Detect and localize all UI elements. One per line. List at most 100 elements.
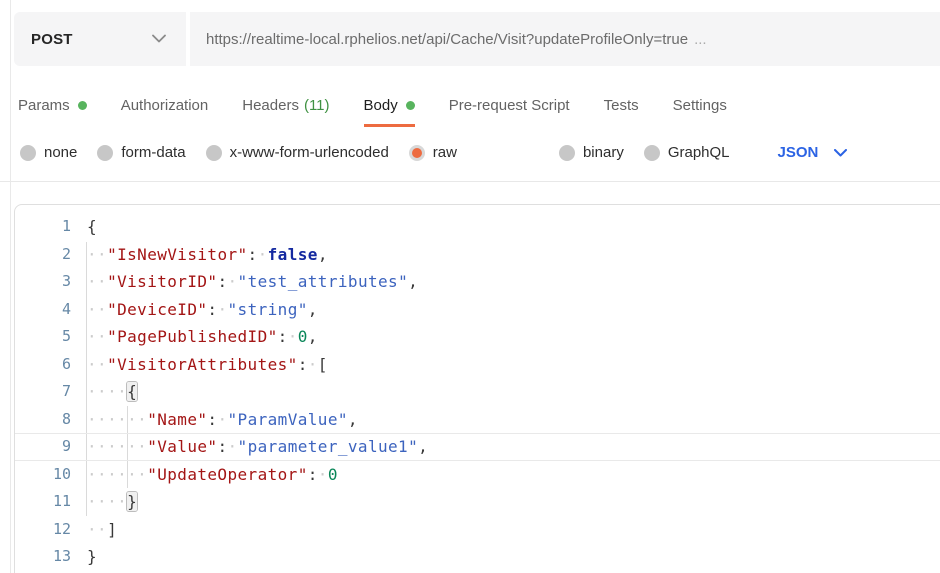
code-token: , — [348, 410, 358, 429]
code-token: ·· — [87, 245, 107, 264]
line-number: 6 — [15, 351, 71, 379]
tab-body[interactable]: Body — [364, 97, 415, 127]
code-token: : — [217, 437, 227, 456]
body-type-label: GraphQL — [668, 144, 730, 161]
body-type-graphql[interactable]: GraphQL — [644, 144, 730, 161]
line-number: 5 — [15, 323, 71, 351]
tab-label: Authorization — [121, 97, 209, 114]
code-content: ····{ — [87, 378, 137, 406]
request-tabs: Params Authorization Headers(11) Body Pre-re… — [18, 97, 727, 127]
code-line[interactable]: 10······"UpdateOperator":·0 — [15, 461, 940, 489]
code-line[interactable]: 13} — [15, 543, 940, 571]
code-token: ·· — [87, 355, 107, 374]
code-line[interactable]: 5··"PagePublishedID":·0, — [15, 323, 940, 351]
language-label: JSON — [778, 144, 819, 161]
code-token: : — [308, 465, 318, 484]
code-token: : — [207, 300, 217, 319]
code-line[interactable]: 3··"VisitorID":·"test_attributes", — [15, 268, 940, 296]
code-token: , — [318, 245, 328, 264]
code-token: : — [278, 327, 288, 346]
tab-authorization[interactable]: Authorization — [121, 97, 209, 127]
radio-icon — [644, 145, 660, 161]
code-token: ······ — [87, 410, 147, 429]
code-token: "PagePublishedID" — [107, 327, 278, 346]
body-type-none[interactable]: none — [20, 144, 77, 161]
code-line[interactable]: 4 ··"DeviceID":·"string", — [15, 296, 940, 324]
code-token: ·· — [87, 327, 107, 346]
code-content: ··] — [87, 516, 117, 544]
code-line[interactable]: 1{ — [15, 213, 940, 241]
url-input[interactable]: https://realtime-local.rphelios.net/api/… — [190, 12, 940, 66]
code-line[interactable]: 8······"Name":·"ParamValue", — [15, 406, 940, 434]
line-number: 7 — [15, 378, 71, 406]
method-selector[interactable]: POST — [14, 12, 186, 66]
code-token: · — [288, 327, 298, 346]
tab-label: Params — [18, 97, 70, 114]
code-token: , — [408, 272, 418, 291]
code-token: , — [308, 300, 318, 319]
code-token: "test_attributes" — [238, 272, 409, 291]
code-token: ···· — [87, 492, 127, 511]
code-token: } — [87, 547, 97, 566]
line-number: 9 — [15, 433, 71, 461]
code-token: 0 — [328, 465, 338, 484]
body-type-raw[interactable]: raw — [409, 144, 457, 161]
code-token: { — [127, 382, 137, 401]
method-label: POST — [31, 31, 73, 48]
code-token: "VisitorAttributes" — [107, 355, 298, 374]
body-type-label: binary — [583, 144, 624, 161]
raw-body-editor[interactable]: 1{2··"IsNewVisitor":·false,3··"VisitorID… — [14, 204, 940, 573]
code-token: { — [87, 217, 97, 236]
code-token: · — [228, 272, 238, 291]
chevron-down-icon — [152, 30, 166, 48]
body-type-label: x-www-form-urlencoded — [230, 144, 389, 161]
body-type-label: form-data — [121, 144, 185, 161]
url-truncation: ... — [694, 31, 707, 48]
line-number: 2 — [15, 241, 71, 269]
code-content: ··"VisitorID":·"test_attributes", — [87, 268, 418, 296]
code-token: , — [308, 327, 318, 346]
code-token: : — [248, 245, 258, 264]
body-type-x-www-form-urlencoded[interactable]: x-www-form-urlencoded — [206, 144, 389, 161]
tab-settings[interactable]: Settings — [673, 97, 727, 127]
line-number: 11 — [15, 488, 71, 516]
body-type-label: raw — [433, 144, 457, 161]
radio-icon — [97, 145, 113, 161]
code-content: ··"DeviceID":·"string", — [87, 296, 318, 324]
chevron-down-icon — [818, 149, 847, 157]
body-type-binary[interactable]: binary — [559, 144, 624, 161]
code-token: · — [308, 355, 318, 374]
code-token: "ParamValue" — [228, 410, 348, 429]
line-number: 13 — [15, 543, 71, 571]
code-line[interactable]: 11 ····} — [15, 488, 940, 516]
green-dot-icon — [78, 101, 87, 110]
tab-tests[interactable]: Tests — [604, 97, 639, 127]
code-token: · — [258, 245, 268, 264]
url-text: https://realtime-local.rphelios.net/api/… — [206, 31, 688, 48]
code-line[interactable]: 12··] — [15, 516, 940, 544]
code-line[interactable]: 6··"VisitorAttributes":·[ — [15, 351, 940, 379]
code-line[interactable]: 2 ··"IsNewVisitor":·false, — [15, 241, 940, 269]
line-number: 4 — [15, 296, 71, 324]
code-line[interactable]: 7 ····{ — [15, 378, 940, 406]
tab-pre-request-script[interactable]: Pre-request Script — [449, 97, 570, 127]
section-divider — [0, 181, 940, 182]
code-token: : — [298, 355, 308, 374]
body-type-bar: none form-data x-www-form-urlencoded raw bin… — [20, 144, 847, 161]
tab-headers[interactable]: Headers(11) — [242, 97, 329, 127]
code-token: } — [127, 492, 137, 511]
line-number: 1 — [15, 213, 71, 241]
code-token: ······ — [87, 465, 147, 484]
code-content: ······"Value":·"parameter_value1", — [87, 433, 428, 461]
radio-icon — [206, 145, 222, 161]
body-type-form-data[interactable]: form-data — [97, 144, 185, 161]
code-content: ······"Name":·"ParamValue", — [87, 406, 358, 434]
tab-label: Pre-request Script — [449, 97, 570, 114]
language-dropdown[interactable]: JSON — [778, 144, 848, 161]
code-token: · — [217, 410, 227, 429]
code-token: : — [207, 410, 217, 429]
tab-params[interactable]: Params — [18, 97, 87, 127]
radio-icon — [409, 145, 425, 161]
code-content: ··"IsNewVisitor":·false, — [87, 241, 328, 269]
code-line[interactable]: 9 ······"Value":·"parameter_value1", — [15, 433, 940, 461]
